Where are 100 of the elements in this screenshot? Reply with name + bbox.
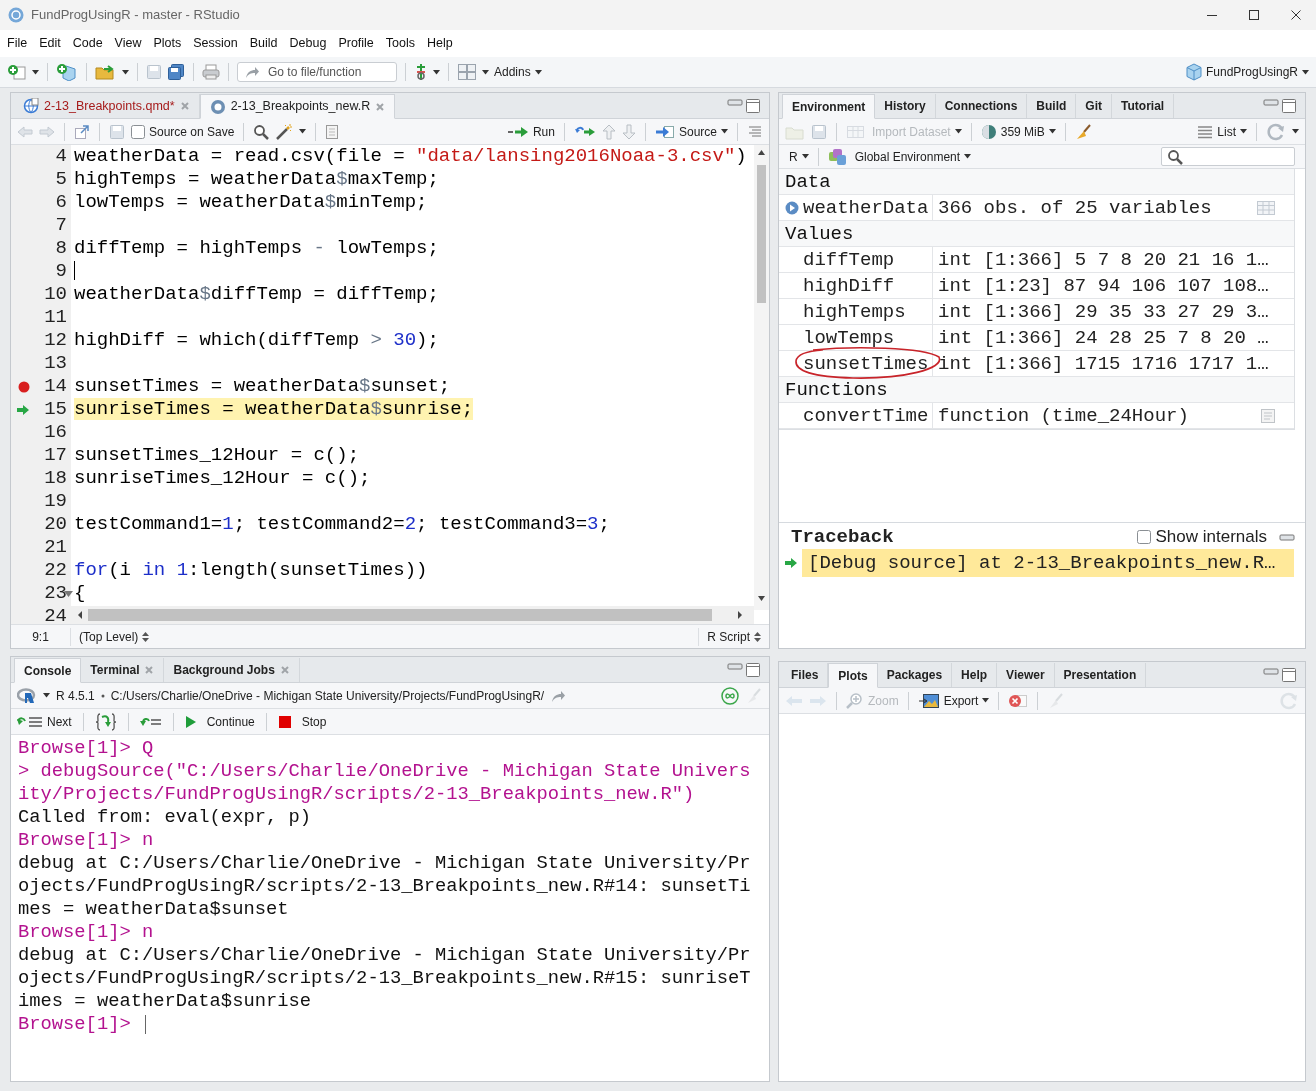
- r-version: R 4.5.1: [56, 687, 95, 705]
- menu-item[interactable]: Help: [421, 34, 459, 53]
- line-number: 13: [44, 352, 67, 375]
- cursor-position: 9:1: [32, 628, 49, 646]
- traceback-frame[interactable]: [Debug source] at 2-13_Breakpoints_new.R…: [802, 548, 1294, 578]
- line-number: 11: [44, 306, 67, 329]
- console-prompt: Browse[1]>: [18, 1013, 131, 1036]
- line-number: 7: [55, 214, 67, 237]
- variable-name[interactable]: convertTime: [803, 402, 929, 429]
- code-line: sunsetTimes_12Hour = c();: [74, 444, 360, 466]
- variable-name[interactable]: diffTemp: [803, 246, 895, 273]
- line-number: 4: [55, 145, 67, 168]
- panel-title: Traceback: [791, 524, 894, 550]
- variable-value: 366 obs. of 25 variables: [938, 195, 1212, 221]
- toolbar-button[interactable]: List: [1197, 122, 1247, 141]
- menu-item[interactable]: Edit: [33, 34, 67, 53]
- code-line: {: [74, 582, 86, 604]
- tab[interactable]: Background Jobs: [164, 658, 300, 682]
- code-line: sunsetTimes = weatherData$sunset;: [74, 375, 451, 397]
- window-title: FundProgUsingR - master - RStudio: [31, 6, 240, 25]
- code-line: for(i in 1:length(sunsetTimes)): [74, 559, 428, 581]
- line-number: 19: [44, 490, 67, 513]
- code-line: diffTemp = highTemps - lowTemps;: [74, 237, 439, 259]
- go-to-file-field[interactable]: Go to file/function: [237, 62, 397, 82]
- code-line: sunriseTimes_12Hour = c();: [74, 467, 371, 489]
- variable-name[interactable]: sunsetTimes: [803, 350, 929, 377]
- tab[interactable]: Connections: [935, 94, 1028, 118]
- variable-value: int [1:366] 29 35 33 27 29 3…: [938, 299, 1269, 325]
- tab[interactable]: Tutorial: [1112, 94, 1175, 118]
- tab[interactable]: Viewer: [997, 663, 1055, 687]
- working-directory: C:/Users/Charlie/OneDrive - Michigan State University/Projects/FundProgUsingR/: [110, 687, 545, 705]
- code-line: weatherData$diffTemp = diffTemp;: [74, 283, 439, 305]
- tab[interactable]: 2-13_Breakpoints.qmd*: [14, 94, 200, 118]
- variable-value: int [1:366] 1715 1716 1717 1…: [938, 351, 1269, 377]
- menu-item[interactable]: Profile: [332, 34, 380, 53]
- tab[interactable]: Build: [1027, 94, 1077, 118]
- menu-item[interactable]: Tools: [379, 34, 421, 53]
- source-on-save-checkbox[interactable]: Source on Save: [131, 122, 235, 141]
- console-output: Called from: eval(expr, p): [18, 806, 313, 829]
- tab[interactable]: History: [875, 94, 936, 118]
- project-menu[interactable]: FundProgUsingR: [1185, 63, 1309, 81]
- tab[interactable]: Console: [14, 658, 82, 683]
- source-button[interactable]: Source: [654, 122, 728, 141]
- code-line: lowTemps = weatherData$minTemp;: [74, 191, 428, 213]
- variable-name[interactable]: highTemps: [803, 298, 906, 325]
- tab[interactable]: Environment: [782, 94, 876, 119]
- line-number: 14: [44, 375, 67, 398]
- tab[interactable]: Terminal: [81, 658, 165, 682]
- line-number: 20: [44, 513, 67, 536]
- line-number: 15: [44, 398, 67, 421]
- stop-button[interactable]: Stop: [277, 712, 327, 731]
- tab[interactable]: Help: [952, 663, 998, 687]
- variable-name[interactable]: highDiff: [803, 272, 895, 299]
- line-number: 21: [44, 536, 67, 559]
- menu-item[interactable]: File: [1, 34, 34, 53]
- line-number: 24: [44, 605, 67, 624]
- menu-item[interactable]: Build: [243, 34, 284, 53]
- section-header: Functions: [779, 377, 1294, 403]
- variable-value: int [1:366] 5 7 8 20 21 16 1…: [938, 247, 1269, 273]
- run-button[interactable]: Run: [506, 122, 555, 141]
- menu-item[interactable]: View: [108, 34, 148, 53]
- line-number: 18: [44, 467, 67, 490]
- variable-name[interactable]: weatherData: [803, 194, 929, 221]
- console-prompt: Browse[1]> n: [18, 829, 155, 852]
- menu-item[interactable]: Debug: [283, 34, 333, 53]
- next-button[interactable]: Next: [17, 712, 72, 731]
- line-number: 6: [55, 191, 67, 214]
- line-number: 5: [55, 168, 67, 191]
- console-output: debug at C:/Users/Charlie/OneDrive - Michigan State University/Projects/FundProgUsingR/scripts/2-13_Breakpoints_new.R#14: sunsetTimes = weatherData$sunset: [18, 852, 751, 921]
- language-menu[interactable]: R: [785, 147, 809, 166]
- file-type-selector[interactable]: R Script: [698, 627, 769, 646]
- menu-item[interactable]: Session: [187, 34, 244, 53]
- continue-button[interactable]: Continue: [184, 712, 255, 731]
- variable-name[interactable]: lowTemps: [803, 324, 895, 351]
- tab[interactable]: Presentation: [1054, 663, 1147, 687]
- line-number: 23: [44, 582, 67, 605]
- variable-value: int [1:23] 87 94 106 107 108…: [938, 273, 1269, 299]
- scope-selector[interactable]: (Top Level): [71, 627, 158, 646]
- code-line: weatherData = read.csv(file = "data/lansing2016Noaa-3.csv"): [74, 145, 747, 167]
- code-line: testCommand1=1; testCommand2=2; testCommand3=3;: [74, 513, 610, 535]
- line-number: 16: [44, 421, 67, 444]
- line-number: 22: [44, 559, 67, 582]
- toolbar-button[interactable]: 359 MiB: [980, 122, 1056, 141]
- addins-menu[interactable]: Addins: [494, 63, 542, 81]
- code-line: highDiff = which(diffTemp > 30);: [74, 329, 439, 351]
- environment-menu[interactable]: Global Environment: [827, 147, 972, 166]
- tab[interactable]: Packages: [877, 663, 953, 687]
- line-number: 10: [44, 283, 67, 306]
- tab[interactable]: 2-13_Breakpoints_new.R: [199, 94, 396, 119]
- code-line: highTemps = weatherData$maxTemp;: [74, 168, 439, 190]
- console-prompt: Browse[1]> n: [18, 921, 155, 944]
- tab[interactable]: Plots: [828, 663, 878, 688]
- variable-value: function (time_24Hour): [938, 403, 1189, 429]
- menu-item[interactable]: Plots: [147, 34, 188, 53]
- tab[interactable]: Git: [1076, 94, 1113, 118]
- menu-item[interactable]: Code: [66, 34, 109, 53]
- toolbar-button[interactable]: Export: [917, 691, 990, 710]
- show-internals-checkbox[interactable]: Show internals: [1137, 524, 1267, 550]
- line-number: 17: [44, 444, 67, 467]
- console-prompt: Browse[1]> Q: [18, 737, 155, 760]
